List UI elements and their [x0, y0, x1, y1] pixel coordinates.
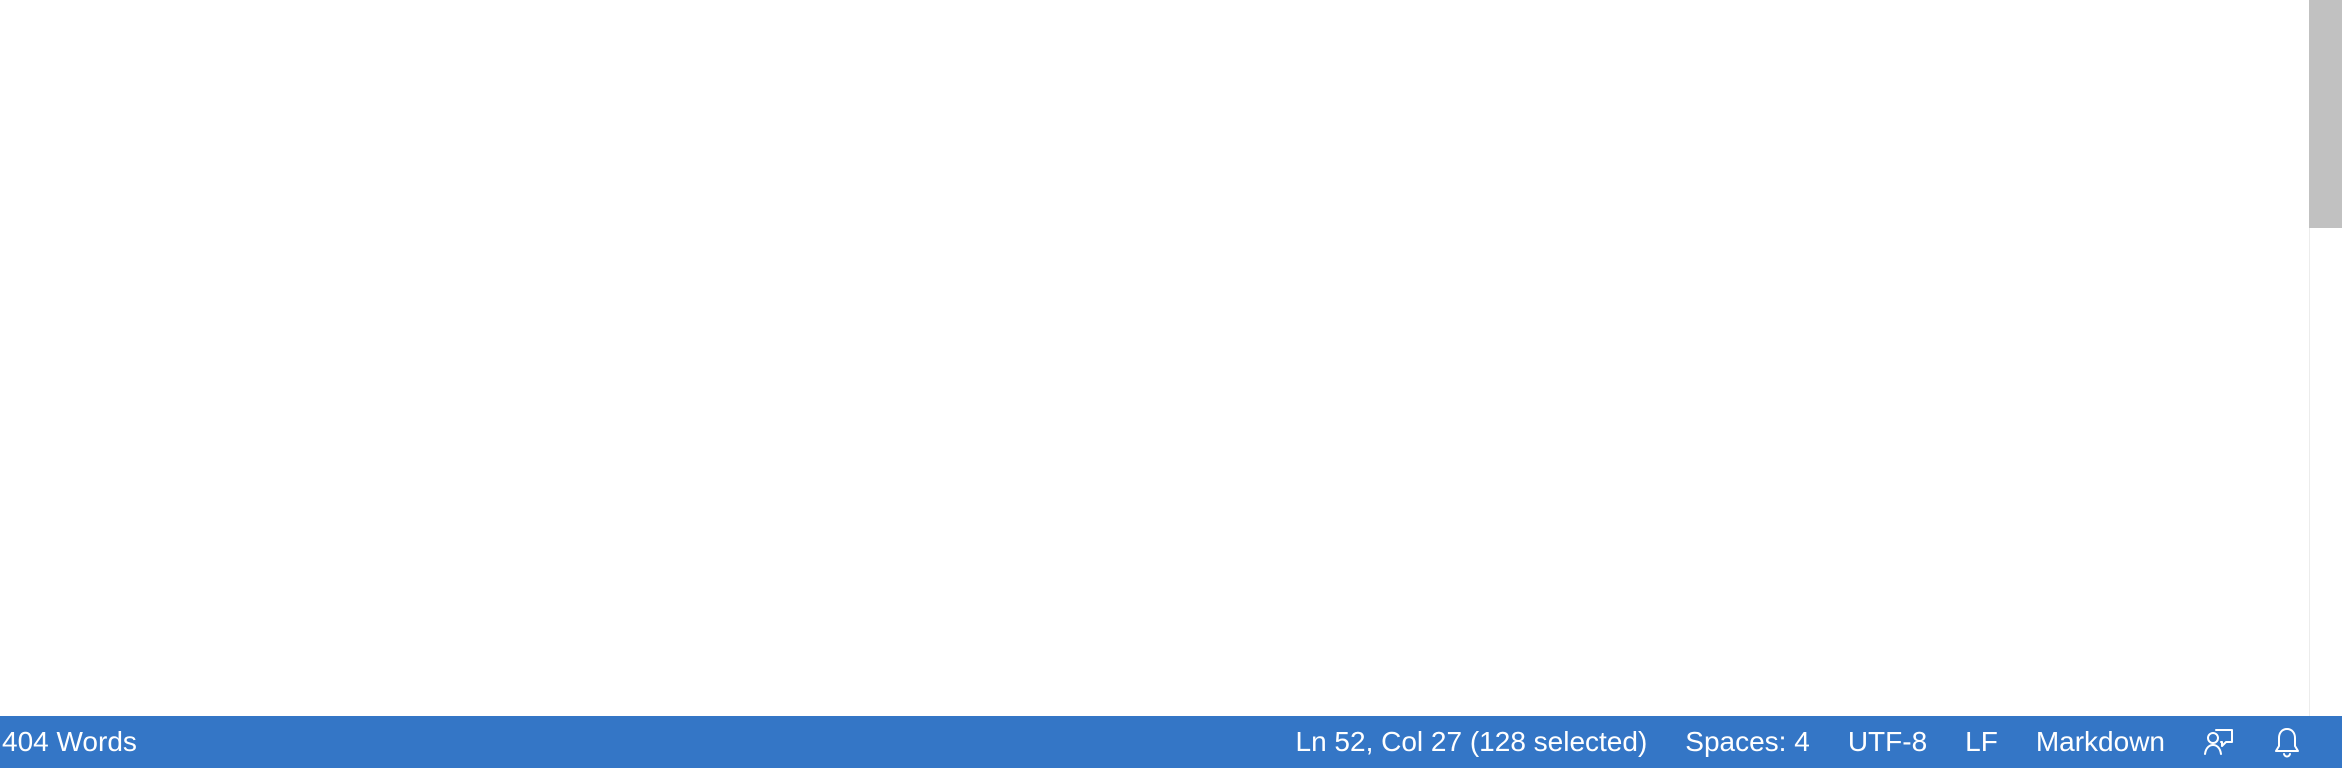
- end-of-line-selector[interactable]: LF: [1946, 716, 2017, 768]
- indentation-selector[interactable]: Spaces: 4: [1666, 716, 1829, 768]
- status-bar-left: 404 Words: [0, 716, 156, 768]
- status-bar-right: Ln 52, Col 27 (128 selected) Spaces: 4 U…: [1277, 716, 2342, 768]
- bell-icon[interactable]: [2254, 716, 2320, 768]
- cursor-position[interactable]: Ln 52, Col 27 (128 selected): [1277, 716, 1667, 768]
- word-count[interactable]: 404 Words: [2, 716, 156, 768]
- status-bar: 404 Words Ln 52, Col 27 (128 selected) S…: [0, 716, 2342, 768]
- editor-area[interactable]: [0, 0, 2342, 716]
- scrollbar-thumb[interactable]: [2309, 0, 2342, 228]
- vertical-scrollbar[interactable]: [2309, 0, 2342, 716]
- language-mode-selector[interactable]: Markdown: [2017, 716, 2184, 768]
- feedback-icon[interactable]: [2184, 716, 2254, 768]
- encoding-selector[interactable]: UTF-8: [1829, 716, 1946, 768]
